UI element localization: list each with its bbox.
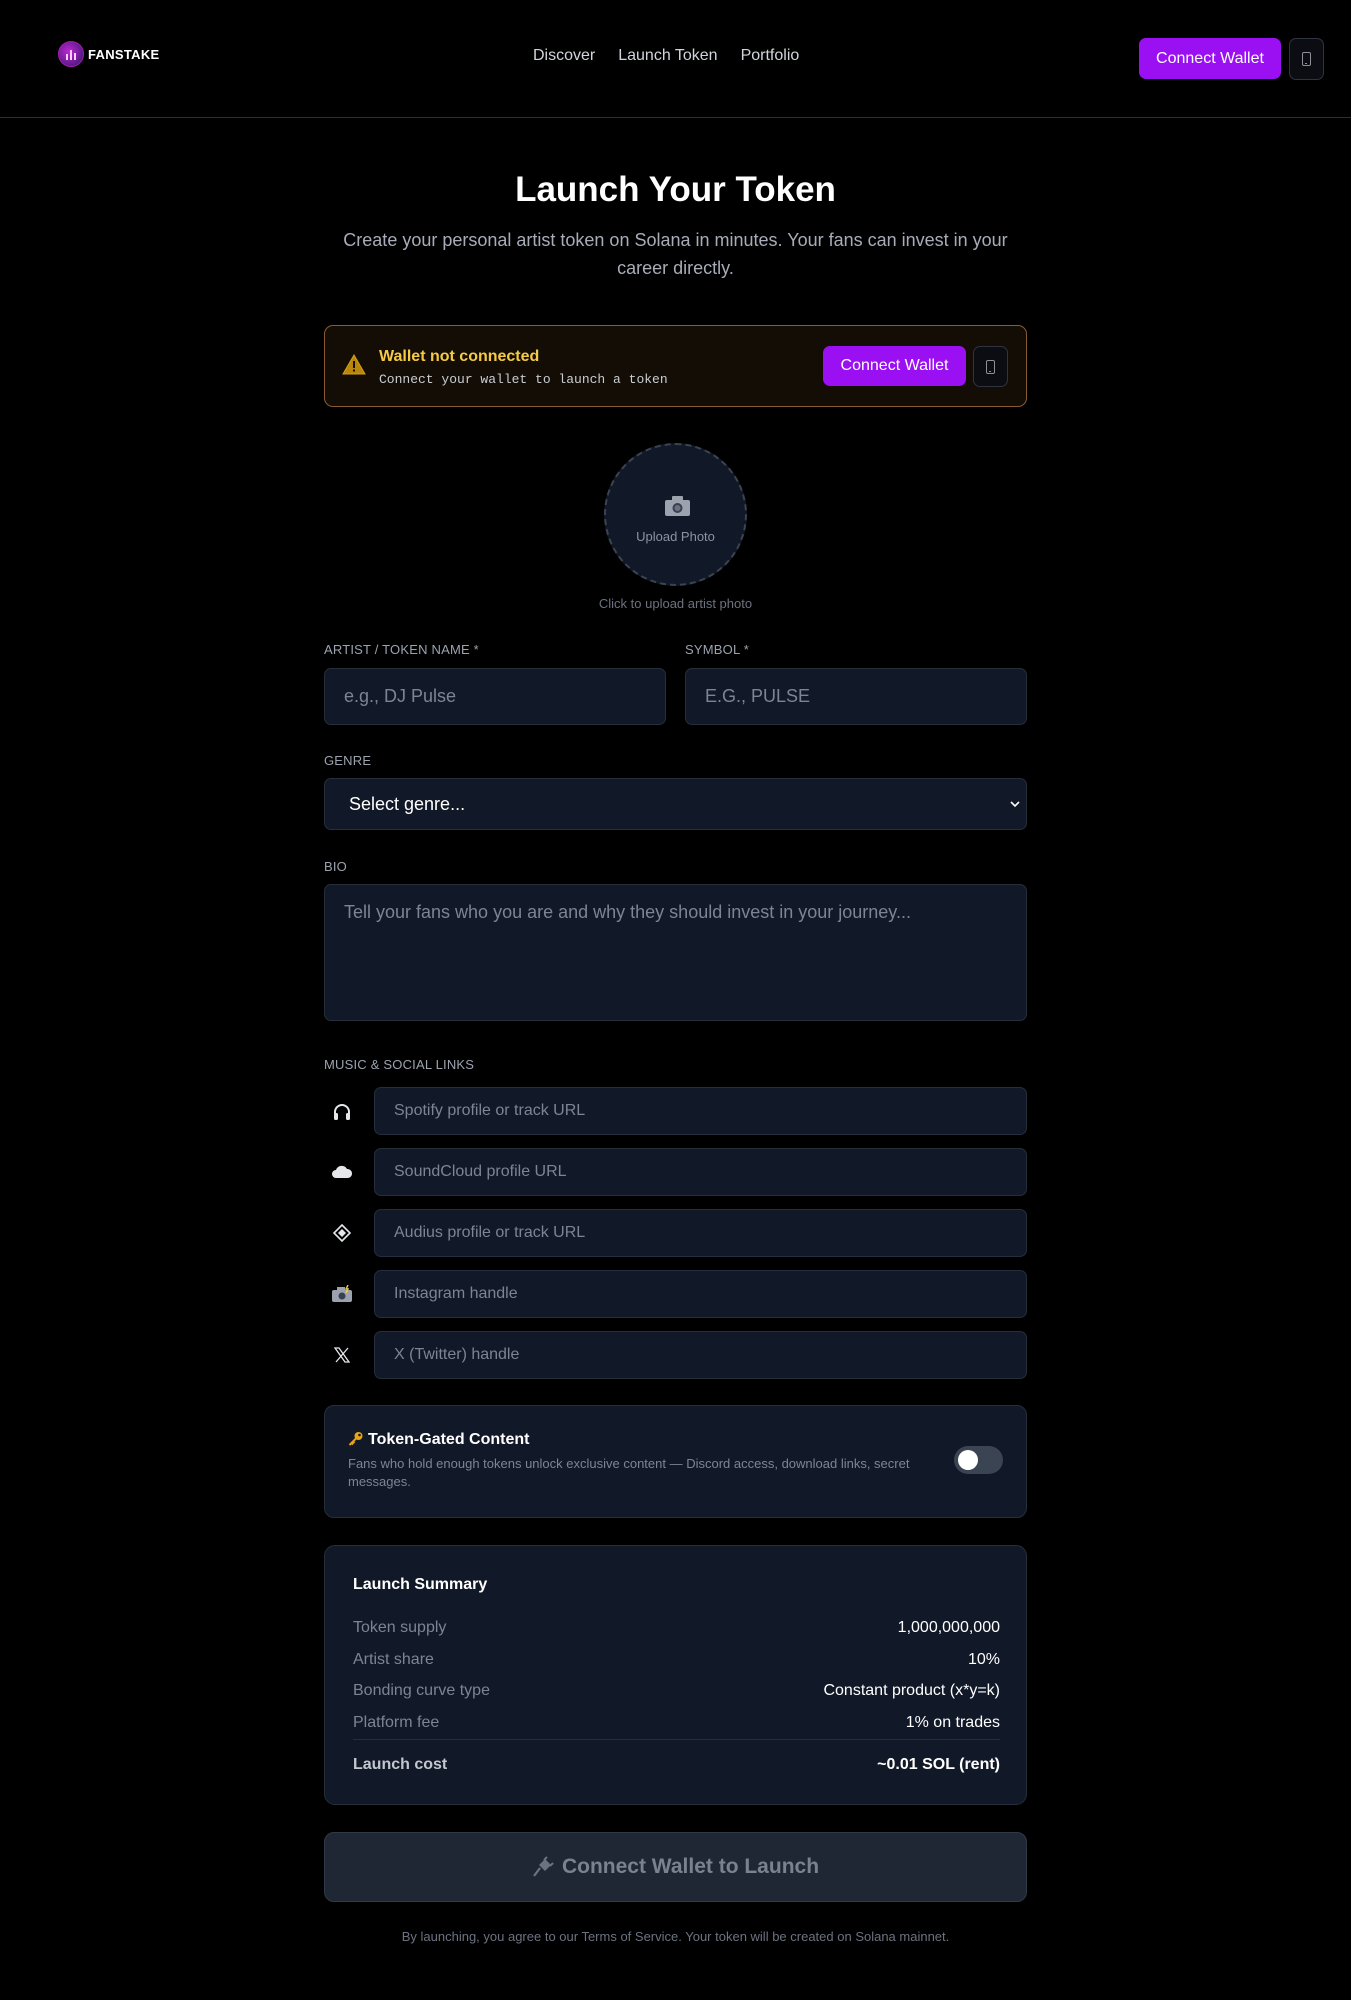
spotify-link-row bbox=[324, 1087, 1027, 1135]
upload-photo-label: Upload Photo bbox=[636, 529, 715, 544]
main-nav: Discover Launch Token Portfolio bbox=[533, 47, 799, 65]
phone-icon bbox=[1302, 52, 1311, 66]
token-gated-title-text: Token-Gated Content bbox=[368, 1431, 530, 1448]
bio-label: Bio bbox=[324, 859, 347, 874]
nav-portfolio[interactable]: Portfolio bbox=[741, 47, 800, 65]
brand-logo-icon bbox=[58, 41, 84, 67]
summary-row-artist-share: Artist share 10% bbox=[353, 1651, 1000, 1673]
banner-mobile-wallet-button[interactable] bbox=[973, 346, 1008, 387]
twitter-link-row bbox=[324, 1331, 1027, 1379]
phone-icon bbox=[986, 359, 995, 374]
summary-row-bonding-curve: Bonding curve type Constant product (x*y… bbox=[353, 1682, 1000, 1704]
summary-row-token-supply: Token supply 1,000,000,000 bbox=[353, 1619, 1000, 1641]
summary-label: Platform fee bbox=[353, 1714, 440, 1731]
banner-connect-wallet-button[interactable]: Connect Wallet bbox=[823, 346, 966, 386]
genre-label: Genre bbox=[324, 753, 372, 768]
summary-row-platform-fee: Platform fee 1% on trades bbox=[353, 1714, 1000, 1736]
soundcloud-link-row bbox=[324, 1148, 1027, 1196]
connect-wallet-to-launch-button[interactable]: Connect Wallet to Launch bbox=[324, 1832, 1027, 1902]
upload-photo-hint: Click to upload artist photo bbox=[598, 596, 753, 611]
summary-row-launch-cost: Launch cost ~0.01 SOL (rent) bbox=[353, 1756, 1000, 1778]
bio-textarea[interactable] bbox=[324, 884, 1027, 1021]
soundcloud-url-input[interactable] bbox=[374, 1148, 1027, 1196]
summary-label: Token supply bbox=[353, 1619, 447, 1636]
page-title: Launch Your Token bbox=[515, 170, 836, 209]
nav-discover[interactable]: Discover bbox=[533, 47, 595, 65]
launch-summary-title: Launch Summary bbox=[353, 1576, 488, 1593]
x-logo-icon bbox=[324, 1331, 359, 1379]
mobile-wallet-button[interactable] bbox=[1289, 38, 1324, 80]
token-name-input[interactable] bbox=[324, 668, 666, 725]
summary-value: 10% bbox=[967, 1651, 1000, 1668]
genre-selected-value: Select genre... bbox=[349, 793, 466, 814]
instagram-handle-input[interactable] bbox=[374, 1270, 1027, 1318]
wallet-warning-text: Connect your wallet to launch a token bbox=[379, 372, 668, 387]
header-connect-wallet-button[interactable]: Connect Wallet bbox=[1139, 38, 1281, 79]
launch-cost-label: Launch cost bbox=[353, 1756, 448, 1773]
summary-divider bbox=[353, 1739, 1000, 1740]
symbol-input[interactable] bbox=[685, 668, 1027, 725]
cloud-icon bbox=[324, 1148, 359, 1196]
plug-icon bbox=[533, 1856, 554, 1877]
camera-icon bbox=[665, 496, 690, 516]
key-icon bbox=[348, 1432, 363, 1446]
twitter-handle-input[interactable] bbox=[374, 1331, 1027, 1379]
summary-value: 1% on trades bbox=[905, 1714, 1000, 1731]
nav-launch-token[interactable]: Launch Token bbox=[618, 47, 717, 65]
token-gated-toggle[interactable] bbox=[954, 1446, 1003, 1474]
chevron-down-icon bbox=[1010, 801, 1020, 808]
summary-value: 1,000,000,000 bbox=[897, 1619, 1000, 1636]
top-nav-bar: FANSTAKE Discover Launch Token Portfolio… bbox=[0, 0, 1351, 118]
upload-photo-button[interactable]: Upload Photo bbox=[604, 443, 747, 586]
token-gated-title: Token-Gated Content bbox=[348, 1431, 529, 1449]
summary-label: Artist share bbox=[353, 1651, 434, 1668]
social-links-label: Music & Social Links bbox=[324, 1057, 475, 1072]
toggle-knob bbox=[958, 1450, 978, 1470]
summary-value: Constant product (x*y=k) bbox=[823, 1682, 1000, 1699]
audius-url-input[interactable] bbox=[374, 1209, 1027, 1257]
headphones-icon bbox=[324, 1087, 359, 1135]
token-gated-card: Token-Gated Content Fans who hold enough… bbox=[324, 1405, 1027, 1518]
camera-flash-icon bbox=[324, 1270, 359, 1318]
brand-logo[interactable]: FANSTAKE bbox=[58, 41, 160, 67]
token-name-label: Artist / Token Name * bbox=[324, 642, 479, 657]
page-subtitle: Create your personal artist token on Sol… bbox=[343, 230, 1008, 278]
wallet-warning-title: Wallet not connected bbox=[379, 348, 540, 365]
token-gated-description: Fans who hold enough tokens unlock exclu… bbox=[348, 1456, 910, 1489]
launch-summary-card: Launch Summary Token supply 1,000,000,00… bbox=[324, 1545, 1027, 1805]
audius-link-row bbox=[324, 1209, 1027, 1257]
genre-select[interactable]: Select genre... bbox=[324, 778, 1027, 830]
spotify-url-input[interactable] bbox=[374, 1087, 1027, 1135]
diamond-icon bbox=[324, 1209, 359, 1257]
summary-label: Bonding curve type bbox=[353, 1682, 490, 1699]
launch-cost-value: ~0.01 SOL (rent) bbox=[877, 1756, 1000, 1773]
terms-note: By launching, you agree to our Terms of … bbox=[401, 1929, 950, 1944]
instagram-link-row bbox=[324, 1270, 1027, 1318]
warning-icon bbox=[342, 354, 366, 375]
symbol-label: Symbol * bbox=[685, 642, 749, 657]
launch-button-label: Connect Wallet to Launch bbox=[561, 1855, 820, 1878]
brand-name: FANSTAKE bbox=[88, 46, 160, 62]
wallet-warning-banner: Wallet not connected Connect your wallet… bbox=[324, 325, 1027, 407]
